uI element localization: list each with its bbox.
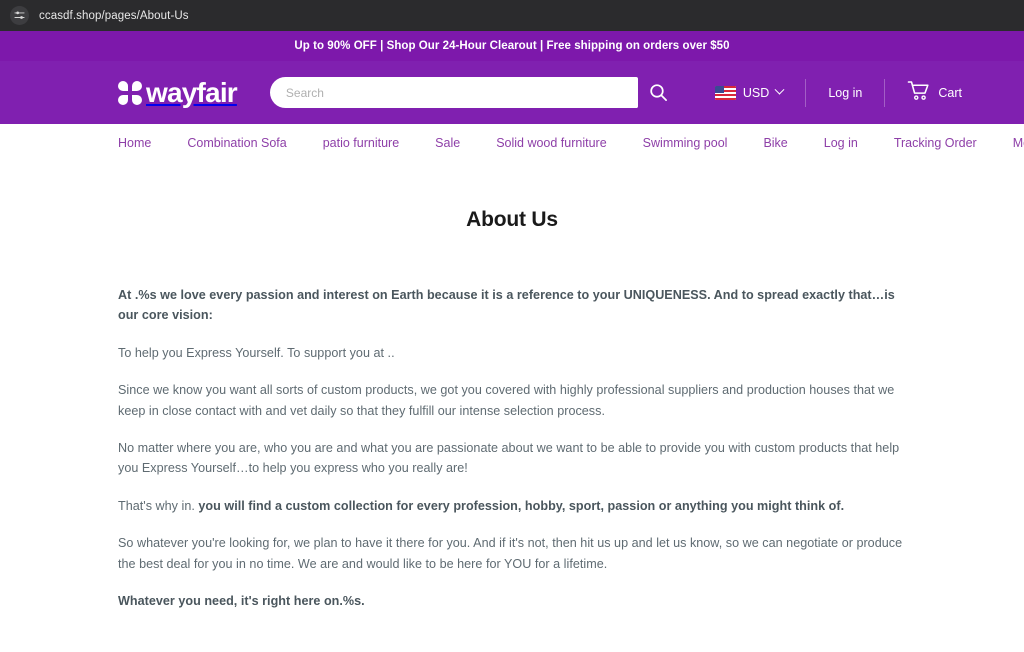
- paragraph-5-bold: you will find a custom collection for ev…: [198, 498, 845, 513]
- nav-item-tracking-order[interactable]: Tracking Order: [894, 136, 977, 150]
- paragraph-1: At .%s we love every passion and interes…: [118, 288, 895, 323]
- page-main: About Us At .%s we love every passion an…: [0, 162, 1024, 652]
- announcement-text: Up to 90% OFF | Shop Our 24-Hour Clearou…: [294, 40, 730, 52]
- site-logo[interactable]: wayfair: [118, 76, 238, 108]
- shopping-cart-icon: [907, 80, 931, 105]
- logo-wordmark: wayfair: [146, 76, 238, 108]
- nav-item-more-links[interactable]: More Links: [1013, 136, 1024, 150]
- search-bar: [269, 77, 676, 108]
- header-actions: USD Log in Cart: [693, 76, 984, 110]
- announcement-bar: Up to 90% OFF | Shop Our 24-Hour Clearou…: [0, 31, 1024, 61]
- nav-item-swimming-pool[interactable]: Swimming pool: [643, 136, 728, 150]
- url-text[interactable]: ccasdf.shop/pages/About-Us: [39, 10, 189, 22]
- cart-label: Cart: [938, 85, 962, 100]
- paragraph-5: That's why in. you will find a custom co…: [118, 496, 906, 516]
- nav-item-patio-furniture[interactable]: patio furniture: [323, 136, 399, 150]
- nav-item-sale[interactable]: Sale: [435, 136, 460, 150]
- currency-label: USD: [742, 85, 770, 100]
- paragraph-6: So whatever you're looking for, we plan …: [118, 536, 903, 571]
- nav-item-solid-wood-furniture[interactable]: Solid wood furniture: [496, 136, 606, 150]
- nav-item-log-in[interactable]: Log in: [824, 136, 858, 150]
- cart-button[interactable]: Cart: [885, 80, 984, 105]
- primary-nav: Home Combination Sofa patio furniture Sa…: [0, 124, 1024, 162]
- currency-selector[interactable]: USD: [693, 84, 805, 100]
- us-flag-icon: [714, 85, 736, 100]
- nav-item-combination-sofa[interactable]: Combination Sofa: [187, 136, 286, 150]
- nav-item-home[interactable]: Home: [118, 136, 151, 150]
- paragraph-5-lead: That's why in.: [118, 498, 199, 513]
- wayfair-petal-logo-icon: [118, 80, 142, 105]
- about-us-body: At .%s we love every passion and interes…: [0, 285, 1024, 611]
- paragraph-7: Whatever you need, it's right here on.%s…: [118, 593, 365, 608]
- paragraph-2: To help you Express Yourself. To support…: [118, 345, 395, 360]
- paragraph-4: No matter where you are, who you are and…: [118, 440, 900, 476]
- search-icon[interactable]: [642, 77, 676, 108]
- site-header: wayfair USD Log in: [0, 61, 1024, 124]
- login-button[interactable]: Log in: [806, 86, 884, 100]
- login-label: Log in: [828, 85, 863, 100]
- nav-item-bike[interactable]: Bike: [763, 136, 787, 150]
- paragraph-3: Since we know you want all sorts of cust…: [118, 383, 895, 418]
- search-input[interactable]: [269, 77, 638, 108]
- chevron-down-icon: [774, 84, 785, 95]
- page-title: About Us: [466, 208, 558, 231]
- site-settings-icon[interactable]: [10, 6, 29, 25]
- browser-url-bar: ccasdf.shop/pages/About-Us: [0, 0, 1024, 31]
